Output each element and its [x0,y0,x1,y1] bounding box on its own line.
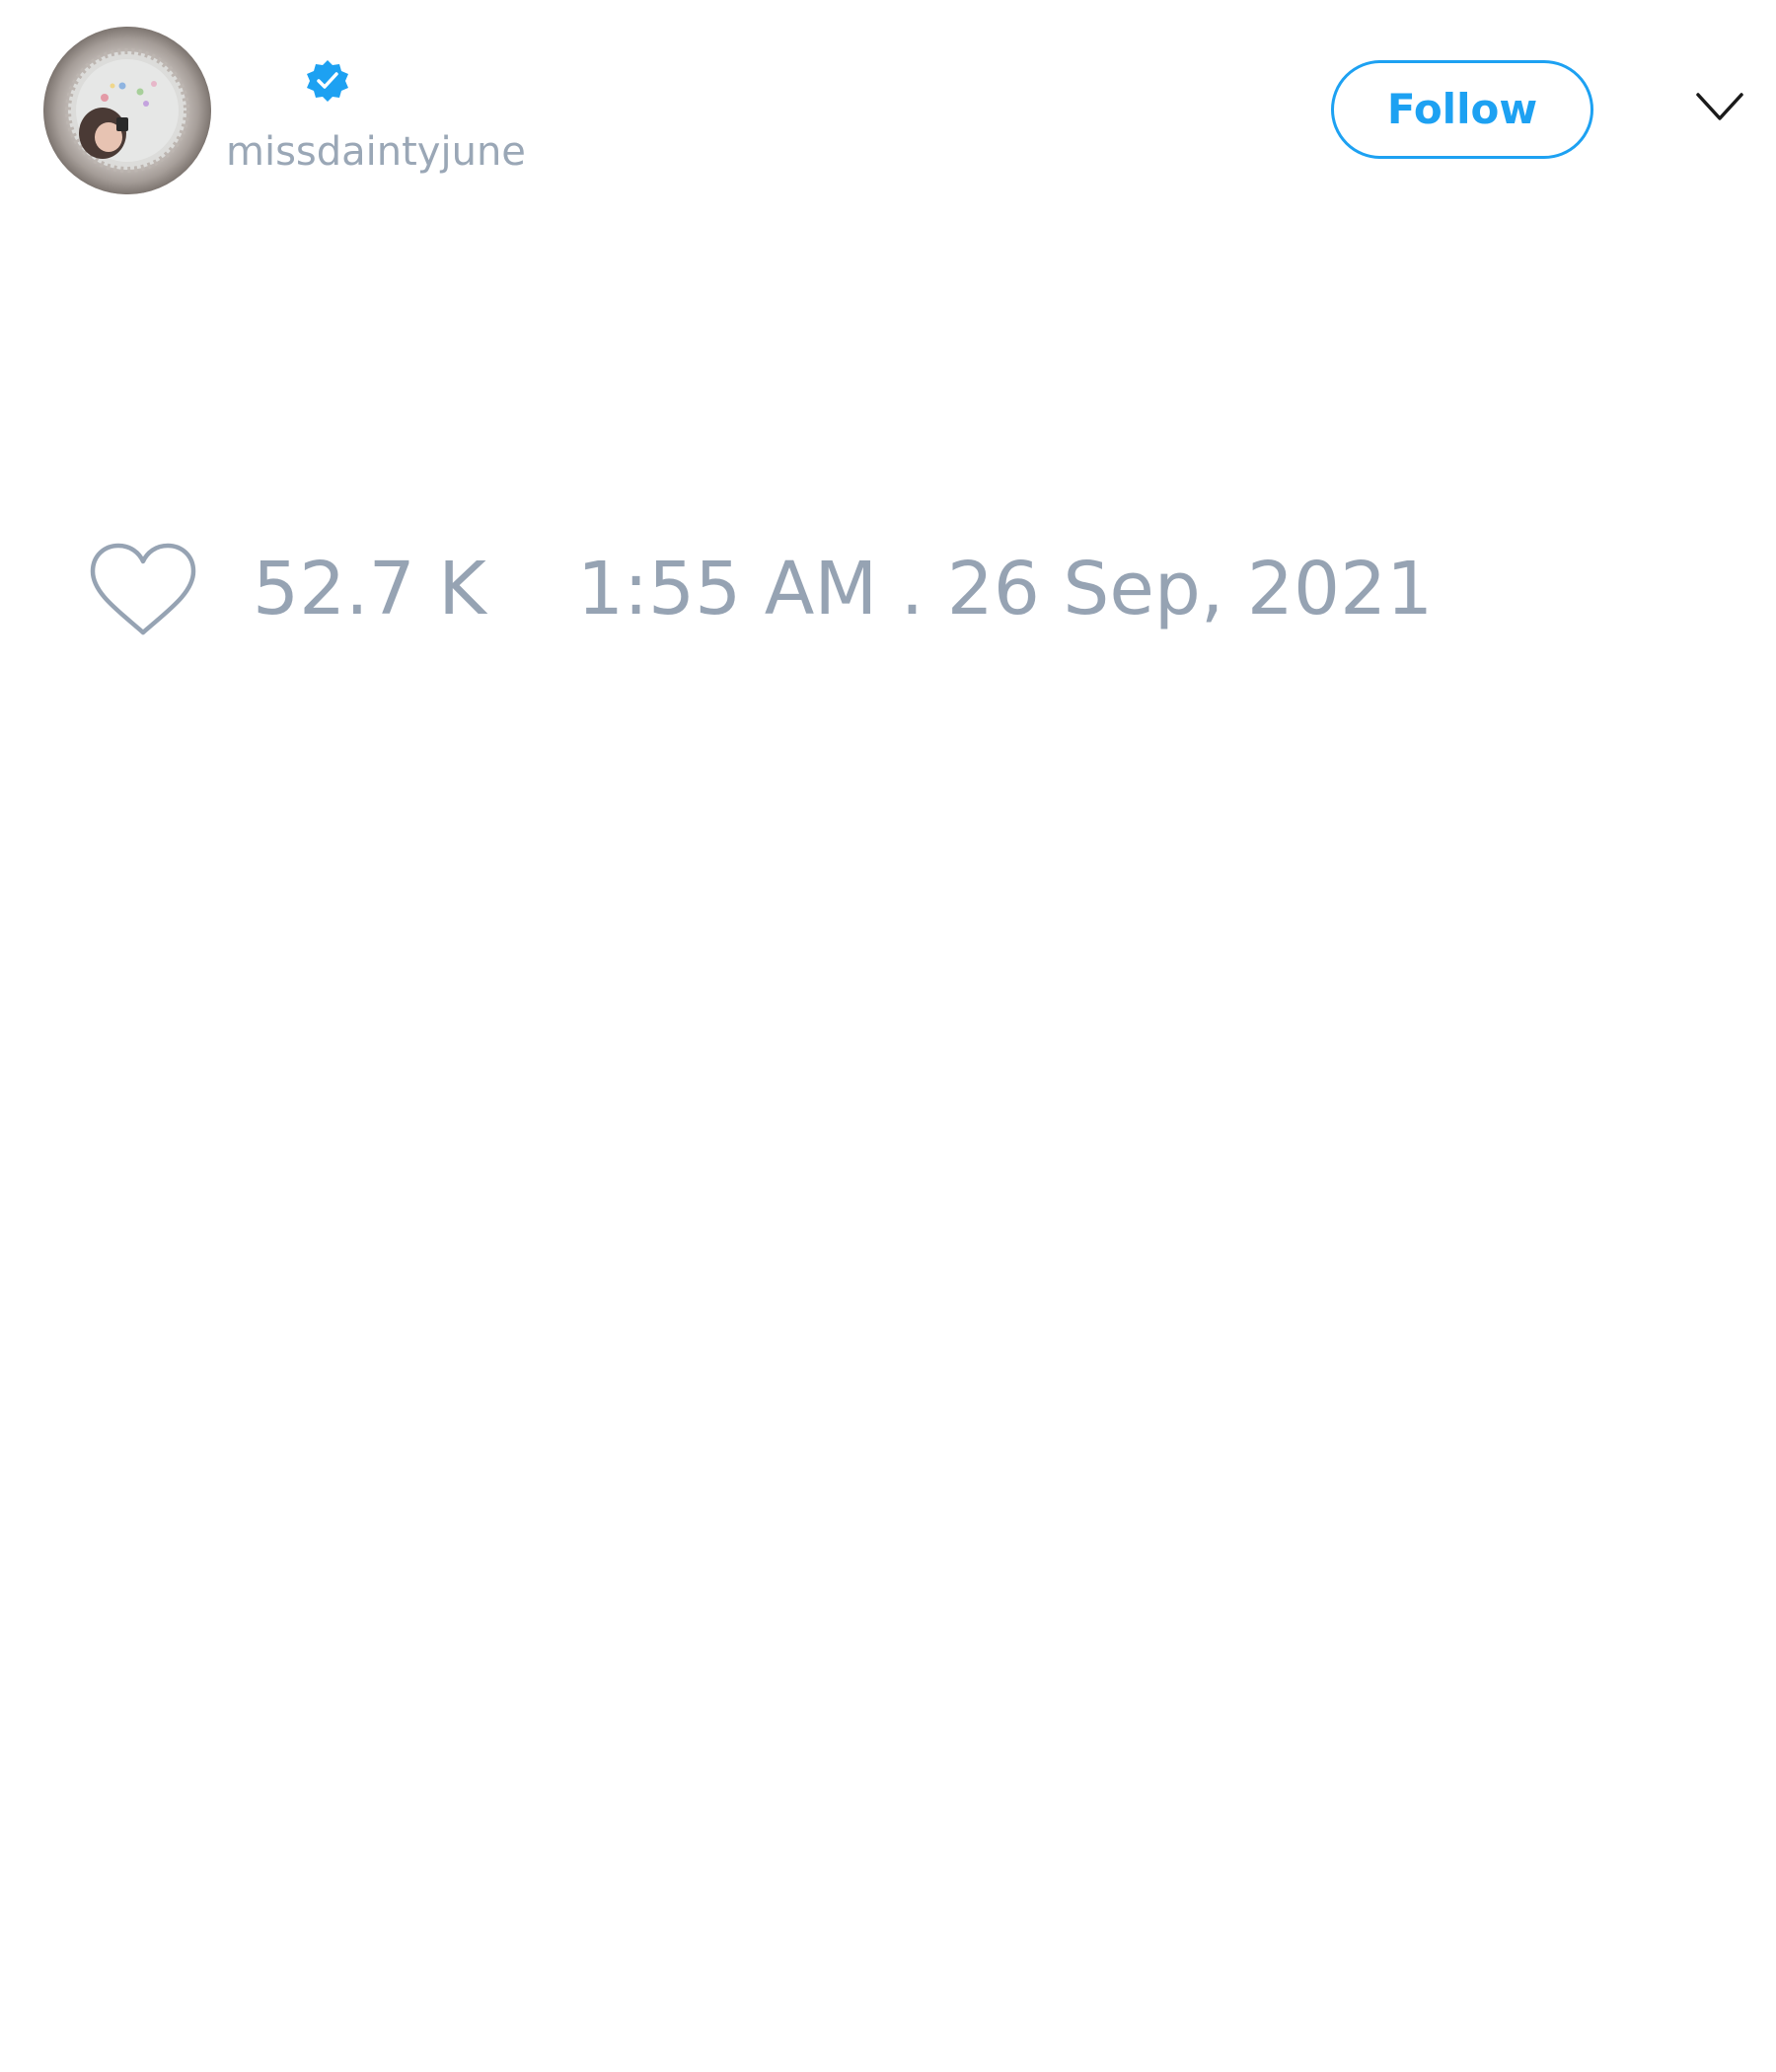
author-username[interactable]: missdaintyjune [226,126,526,178]
avatar-image [43,27,211,194]
like-count: 52.7 K [253,547,486,631]
follow-button[interactable]: Follow [1331,60,1593,159]
avatar[interactable] [43,27,211,194]
chevron-down-icon[interactable] [1695,91,1744,124]
tweet-timestamp[interactable]: 1:55 AM . 26 Sep, 2021 [577,548,1433,630]
verified-badge-icon [307,60,348,102]
tweet-card: missdaintyjune Follow 52.7 K 1:55 AM . 2… [0,0,1776,2072]
heart-outline-icon[interactable] [89,542,197,640]
